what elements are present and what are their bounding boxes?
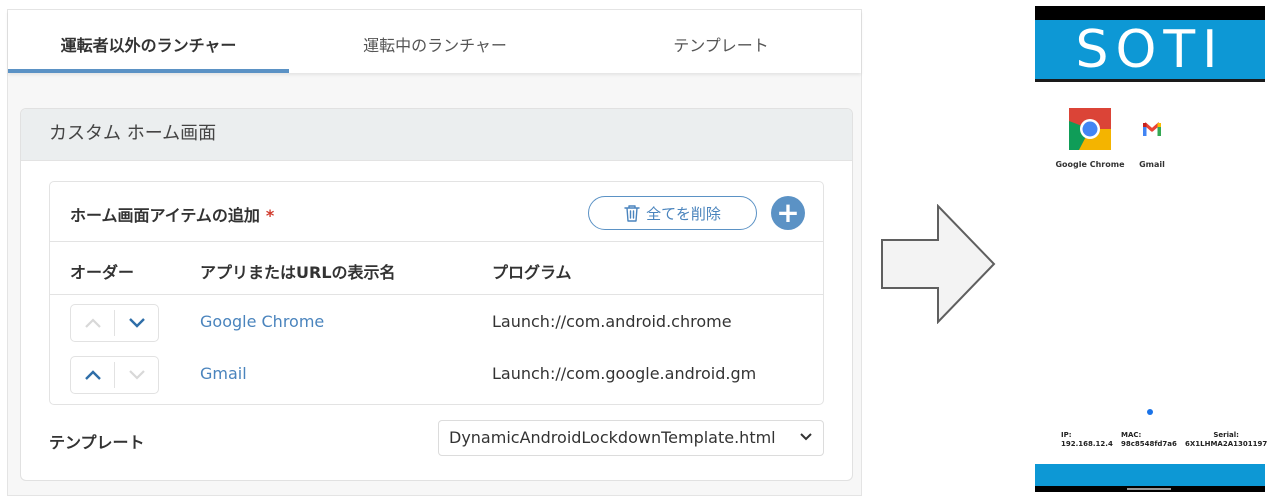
app-name-link[interactable]: Gmail [200,364,247,383]
move-up-button[interactable] [71,357,114,393]
home-app-gmail[interactable]: Gmail [1117,108,1187,169]
chrome-icon [1069,108,1111,150]
soti-logo: SOTI [1075,19,1225,80]
order-control [70,356,159,394]
mac-value: 98c8548fd7a6 [1121,440,1177,448]
card-title: カスタム ホーム画面 [21,109,852,161]
tab-driving-launcher[interactable]: 運転中のランチャー [289,10,581,73]
order-control [70,304,159,342]
chevron-down-icon [800,433,812,441]
tab-non-driver-launcher[interactable]: 運転者以外のランチャー [8,10,289,73]
column-order: オーダー [70,263,135,282]
chevron-down-icon [128,318,145,328]
table-row: Gmail Launch://com.google.android.gm [50,347,823,399]
app-label: Google Chrome [1055,160,1125,169]
serial-value: 6X1LHMA2A1301197 [1185,440,1268,448]
ip-info: IP: 192.168.12.4 [1061,431,1113,449]
move-down-button[interactable] [115,305,158,341]
template-label: テンプレート [49,433,145,452]
mac-info: MAC: 98c8548fd7a6 [1121,431,1177,449]
soti-header: SOTI [1035,20,1265,82]
active-tab-indicator [8,69,289,73]
trash-icon [624,205,640,222]
section-title-text: ホーム画面アイテムの追加 [70,206,260,225]
template-select[interactable]: DynamicAndroidLockdownTemplate.html [438,420,824,456]
home-gesture-bar[interactable] [1127,488,1171,490]
launcher-settings-panel: 運転者以外のランチャー 運転中のランチャー テンプレート カスタム ホーム画面 … [7,9,862,496]
section-title: ホーム画面アイテムの追加 * [70,202,274,226]
template-selected-value: DynamicAndroidLockdownTemplate.html [449,428,776,447]
chevron-up-icon [84,370,101,380]
custom-home-card: カスタム ホーム画面 ホーム画面アイテムの追加 * 全てを削除 + オーダー アプ… [20,108,853,481]
home-items-header: ホーム画面アイテムの追加 * 全てを削除 + [50,182,823,242]
ip-value: 192.168.12.4 [1061,440,1113,448]
right-arrow-icon [881,204,996,324]
add-item-button[interactable]: + [771,196,805,230]
mac-label: MAC: [1121,431,1142,439]
device-screen: SOTI Google Chrome Gmail IP: 192.168.12.… [1035,20,1267,464]
home-app-chrome[interactable]: Google Chrome [1055,108,1125,169]
program-value: Launch://com.android.chrome [492,312,732,331]
device-preview: SOTI Google Chrome Gmail IP: 192.168.12.… [1035,6,1267,492]
ip-label: IP: [1061,431,1072,439]
home-items-section: ホーム画面アイテムの追加 * 全てを削除 + オーダー アプリまたはURLの表示名… [49,181,824,405]
tab-template[interactable]: テンプレート [581,10,861,73]
device-nav-area [1035,486,1265,492]
table-header: オーダー アプリまたはURLの表示名 プログラム [50,242,823,295]
page-indicator [1147,409,1153,415]
delete-all-button[interactable]: 全てを削除 [588,196,757,230]
tab-bar: 運転者以外のランチャー 運転中のランチャー テンプレート [8,10,861,73]
delete-all-label: 全てを削除 [646,204,721,223]
gmail-icon [1143,122,1161,136]
move-up-button[interactable] [71,305,114,341]
required-mark: * [265,206,275,225]
column-display-name: アプリまたはURLの表示名 [200,263,396,282]
table-row: Google Chrome Launch://com.android.chrom… [50,295,823,347]
chevron-down-icon [128,370,145,380]
app-name-link[interactable]: Google Chrome [200,312,324,331]
column-program: プログラム [492,263,572,282]
serial-info: Serial: 6X1LHMA2A1301197 [1185,431,1267,449]
program-value: Launch://com.google.android.gm [492,364,757,383]
move-down-button[interactable] [115,357,158,393]
chevron-up-icon [84,318,101,328]
serial-label: Serial: [1213,431,1239,439]
app-label: Gmail [1139,160,1165,169]
